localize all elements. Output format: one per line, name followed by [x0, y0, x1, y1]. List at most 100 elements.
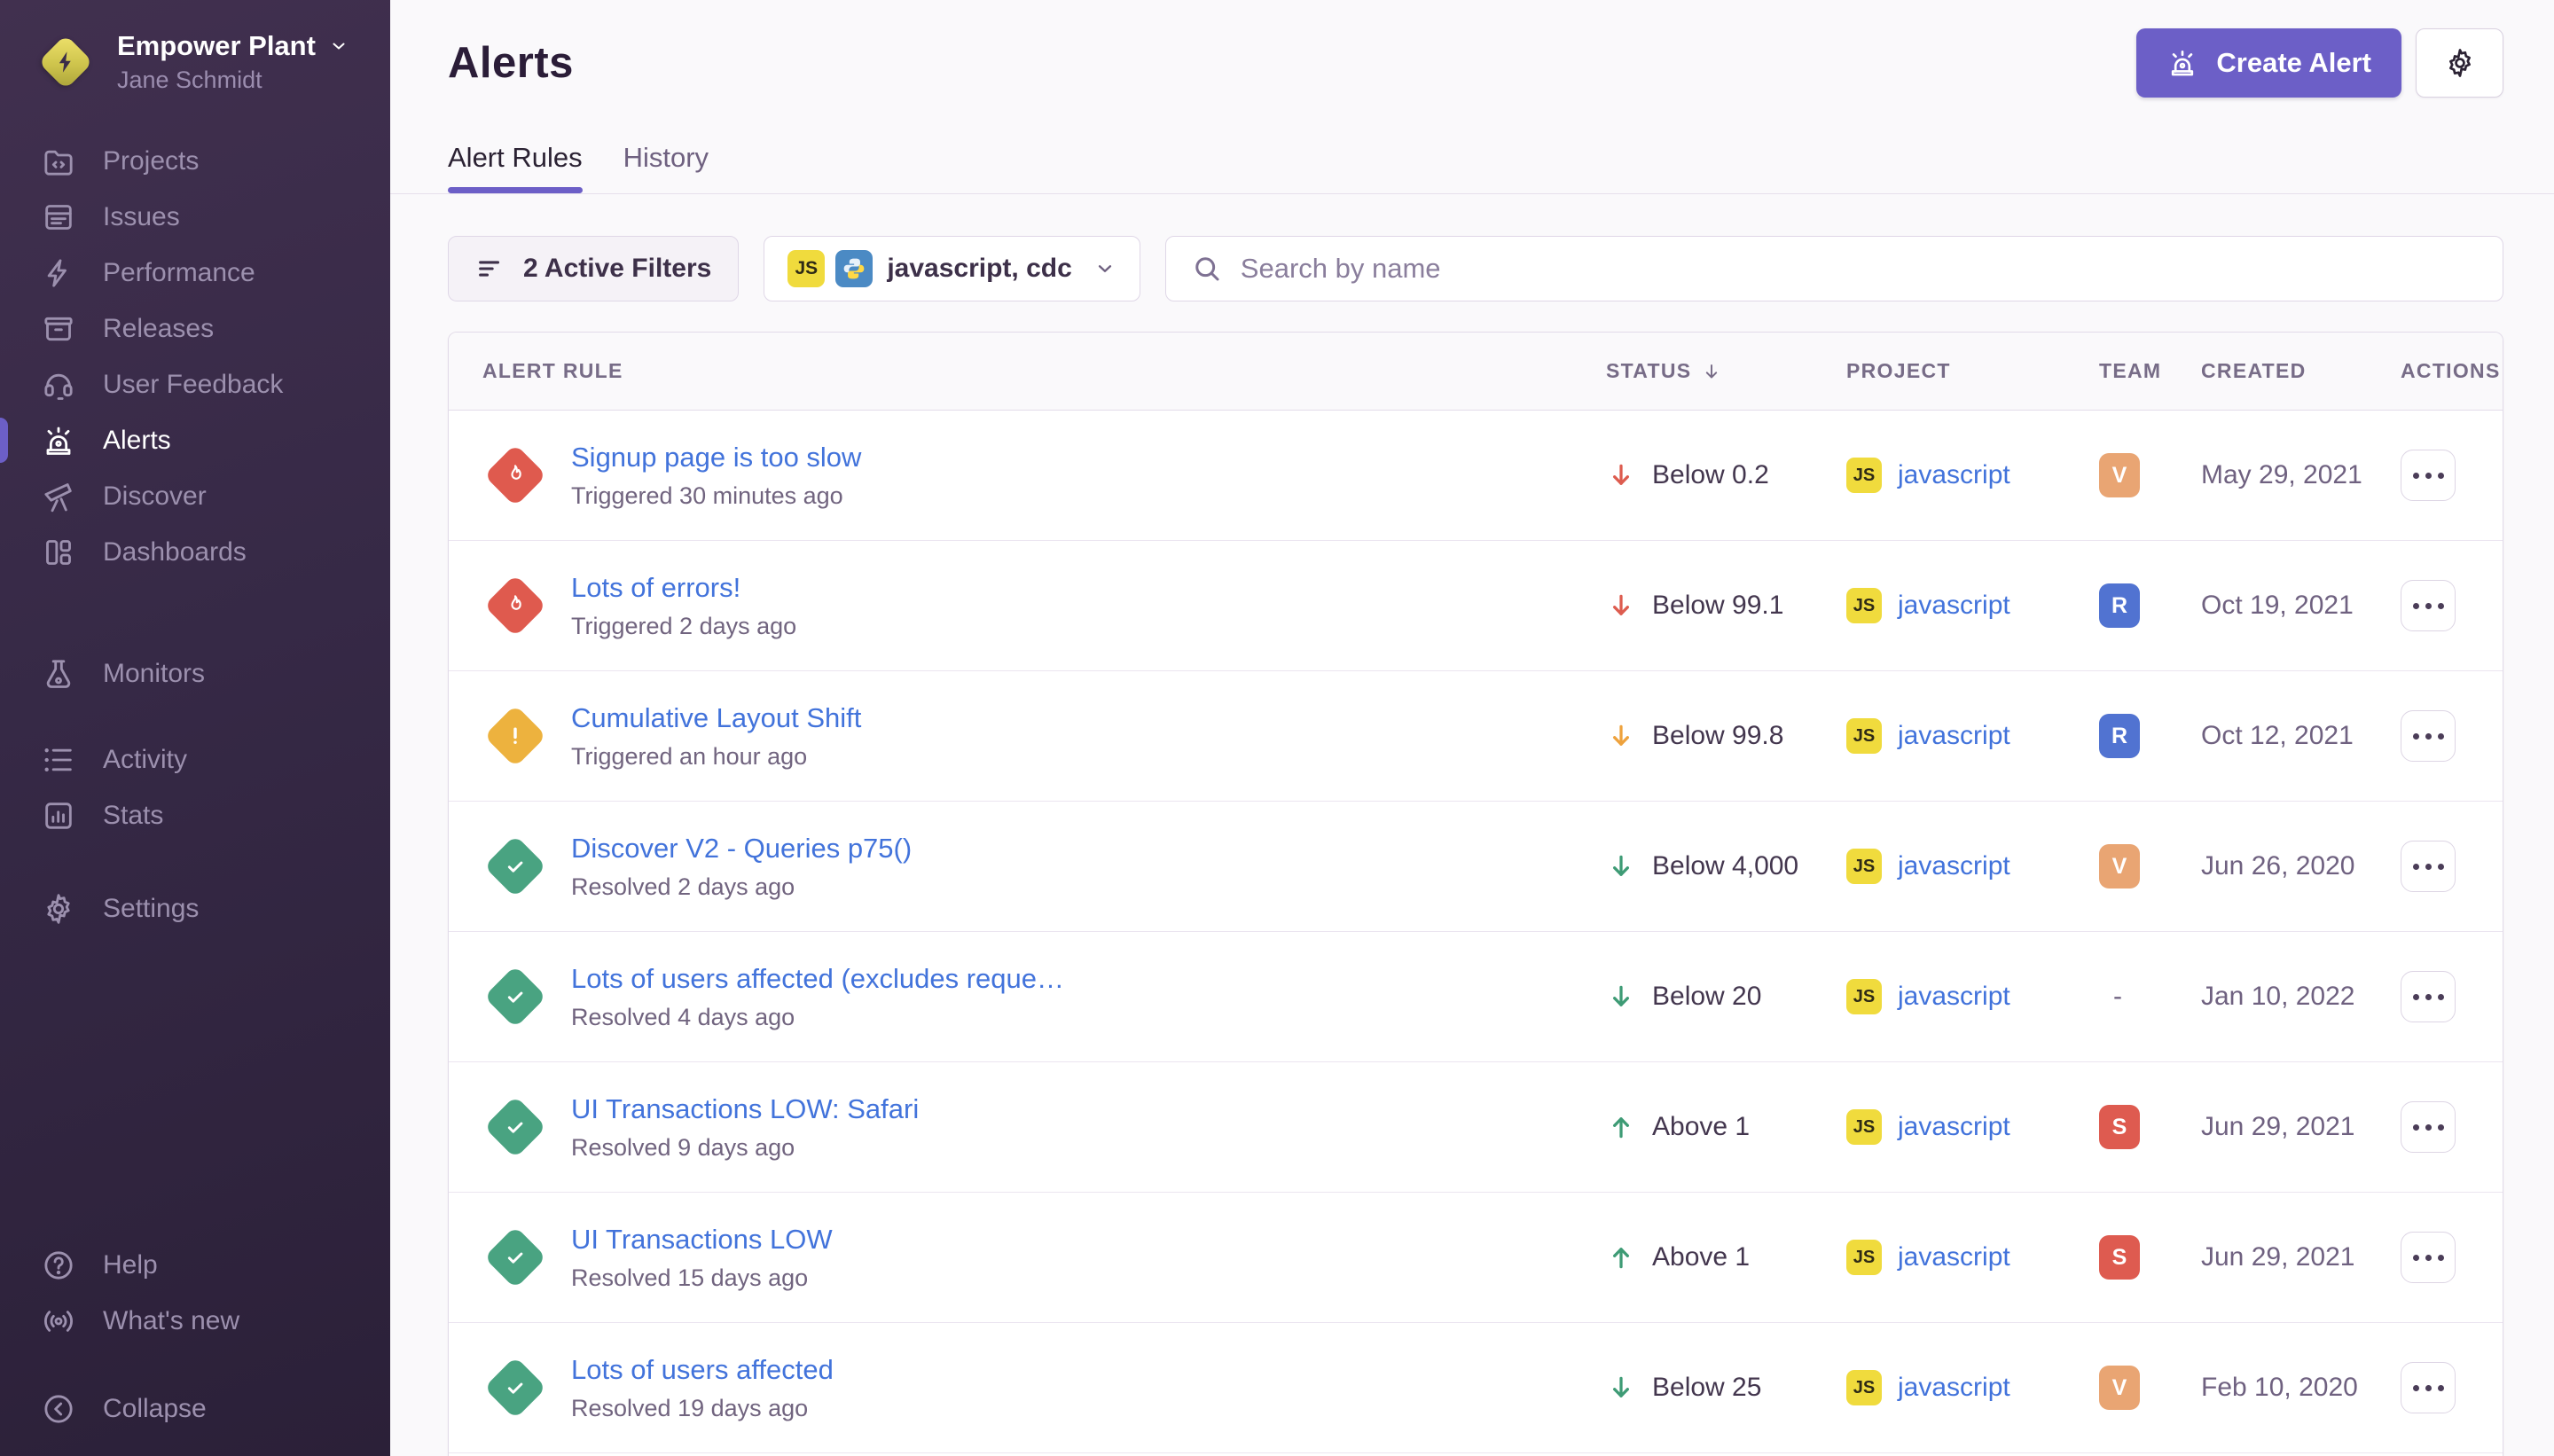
project-selector[interactable]: JS javascript, cdc — [764, 236, 1140, 301]
whats-new-icon — [41, 1303, 76, 1339]
project-link[interactable]: javascript — [1898, 1242, 2010, 1272]
sidebar-nav: Projects Issues Performance Releases Use… — [0, 133, 390, 936]
team-badge: S — [2099, 1105, 2140, 1149]
dashboards-icon — [41, 535, 76, 570]
javascript-project-icon: JS — [1846, 458, 1882, 493]
sidebar-item-projects[interactable]: Projects — [0, 133, 390, 189]
status-value: Below 25 — [1652, 1373, 1761, 1403]
tab-history[interactable]: History — [623, 142, 709, 193]
alert-rule-subtitle: Resolved 9 days ago — [571, 1134, 919, 1162]
sidebar-item-user-feedback[interactable]: User Feedback — [0, 356, 390, 412]
sidebar-item-activity[interactable]: Activity — [0, 732, 390, 787]
project-link[interactable]: javascript — [1898, 1373, 2010, 1403]
team-badge: S — [2099, 1235, 2140, 1280]
row-actions-button[interactable] — [2401, 710, 2456, 762]
row-actions-button[interactable] — [2401, 1101, 2456, 1153]
alert-rule-subtitle: Resolved 2 days ago — [571, 873, 912, 901]
resolved-severity-icon — [484, 966, 547, 1029]
active-filters-button[interactable]: 2 Active Filters — [448, 236, 739, 301]
alert-rule-link[interactable]: Lots of errors! — [571, 572, 796, 604]
alerts-icon — [41, 423, 76, 458]
project-link[interactable]: javascript — [1898, 851, 2010, 881]
sidebar-item-performance[interactable]: Performance — [0, 245, 390, 301]
row-actions-button[interactable] — [2401, 1232, 2456, 1283]
alert-rule-link[interactable]: Lots of users affected (excludes reque… — [571, 963, 1064, 995]
sidebar-item-collapse[interactable]: Collapse — [0, 1381, 390, 1436]
alert-rule-subtitle: Triggered an hour ago — [571, 743, 861, 771]
trend-arrow-up-icon — [1606, 1242, 1636, 1272]
table-row: Lots of errors! Triggered 2 days ago Bel… — [449, 541, 2503, 671]
row-actions-button[interactable] — [2401, 450, 2456, 501]
alert-rule-link[interactable]: UI Transactions LOW — [571, 1224, 833, 1256]
critical-severity-icon — [484, 444, 547, 507]
alert-rules-table: Alert Rule Status Project Team Created A… — [448, 332, 2503, 1456]
row-actions-button[interactable] — [2401, 1362, 2456, 1413]
org-name: Empower Plant — [117, 30, 316, 62]
siren-icon — [2166, 47, 2198, 79]
resolved-severity-icon — [484, 1357, 547, 1420]
sidebar-item-dashboards[interactable]: Dashboards — [0, 524, 390, 580]
alert-rule-link[interactable]: Discover V2 - Queries p75() — [571, 833, 912, 865]
sidebar-item-monitors[interactable]: Monitors — [0, 646, 390, 701]
column-header-created: Created — [2198, 359, 2395, 383]
alert-rule-subtitle: Triggered 30 minutes ago — [571, 482, 861, 510]
sidebar-item-discover[interactable]: Discover — [0, 468, 390, 524]
project-link[interactable]: javascript — [1898, 460, 2010, 490]
column-header-status[interactable]: Status — [1597, 359, 1843, 383]
create-alert-label: Create Alert — [2216, 47, 2371, 79]
alert-rule-link[interactable]: Signup page is too slow — [571, 442, 861, 474]
project-link[interactable]: javascript — [1898, 721, 2010, 751]
gear-icon — [2443, 46, 2477, 80]
sidebar-item-releases[interactable]: Releases — [0, 301, 390, 356]
sort-arrow-icon — [1700, 360, 1723, 383]
created-date: Oct 12, 2021 — [2198, 721, 2395, 751]
table-row: Discover V2 - Queries p75() Resolved 2 d… — [449, 802, 2503, 932]
discover-icon — [41, 479, 76, 514]
column-header-actions: Actions — [2395, 359, 2503, 383]
filter-icon — [475, 254, 505, 284]
javascript-project-icon: JS — [1846, 1370, 1882, 1405]
settings-button[interactable] — [2416, 28, 2503, 98]
project-link[interactable]: javascript — [1898, 591, 2010, 621]
trend-arrow-down-icon — [1606, 591, 1636, 621]
table-row: Cumulative Layout Shift Triggered an hou… — [449, 671, 2503, 802]
sidebar-item-help[interactable]: Help — [0, 1237, 390, 1293]
filter-bar: 2 Active Filters JS javascript, cdc — [448, 236, 2503, 301]
alert-rule-subtitle: Resolved 4 days ago — [571, 1004, 1064, 1031]
project-link[interactable]: javascript — [1898, 1112, 2010, 1142]
row-actions-button[interactable] — [2401, 971, 2456, 1022]
resolved-severity-icon — [484, 1096, 547, 1159]
settings-icon — [41, 891, 76, 927]
monitors-icon — [41, 656, 76, 692]
project-link[interactable]: javascript — [1898, 982, 2010, 1012]
tab-alert-rules[interactable]: Alert Rules — [448, 142, 583, 193]
created-date: Jun 29, 2021 — [2198, 1242, 2395, 1272]
sidebar-item-alerts[interactable]: Alerts — [0, 412, 390, 468]
resolved-severity-icon — [484, 835, 547, 898]
page-header: Alerts Create Alert — [390, 0, 2554, 98]
sidebar-item-issues[interactable]: Issues — [0, 189, 390, 245]
create-alert-button[interactable]: Create Alert — [2136, 28, 2401, 98]
alert-rule-subtitle: Resolved 15 days ago — [571, 1264, 833, 1292]
org-switcher[interactable]: Empower Plant Jane Schmidt — [0, 0, 390, 94]
status-value: Below 99.8 — [1652, 721, 1783, 751]
javascript-project-icon: JS — [1846, 1240, 1882, 1275]
created-date: Jan 10, 2022 — [2198, 982, 2395, 1012]
tabs: Alert Rules History — [390, 142, 2554, 194]
sidebar-item-stats[interactable]: Stats — [0, 787, 390, 843]
resolved-severity-icon — [484, 1226, 547, 1289]
created-date: Feb 10, 2020 — [2198, 1373, 2395, 1403]
search-input[interactable] — [1241, 253, 2478, 285]
search-box[interactable] — [1165, 236, 2503, 301]
sidebar-item-what-s-new[interactable]: What's new — [0, 1293, 390, 1349]
alert-rule-link[interactable]: UI Transactions LOW: Safari — [571, 1093, 919, 1125]
team-badge: V — [2099, 844, 2140, 888]
user-name: Jane Schmidt — [117, 67, 349, 94]
team-badge: V — [2099, 453, 2140, 497]
alert-rule-link[interactable]: Lots of users affected — [571, 1354, 834, 1386]
sidebar-item-settings[interactable]: Settings — [0, 881, 390, 936]
row-actions-button[interactable] — [2401, 580, 2456, 631]
row-actions-button[interactable] — [2401, 841, 2456, 892]
alert-rule-link[interactable]: Cumulative Layout Shift — [571, 702, 861, 734]
javascript-project-icon: JS — [1846, 718, 1882, 754]
